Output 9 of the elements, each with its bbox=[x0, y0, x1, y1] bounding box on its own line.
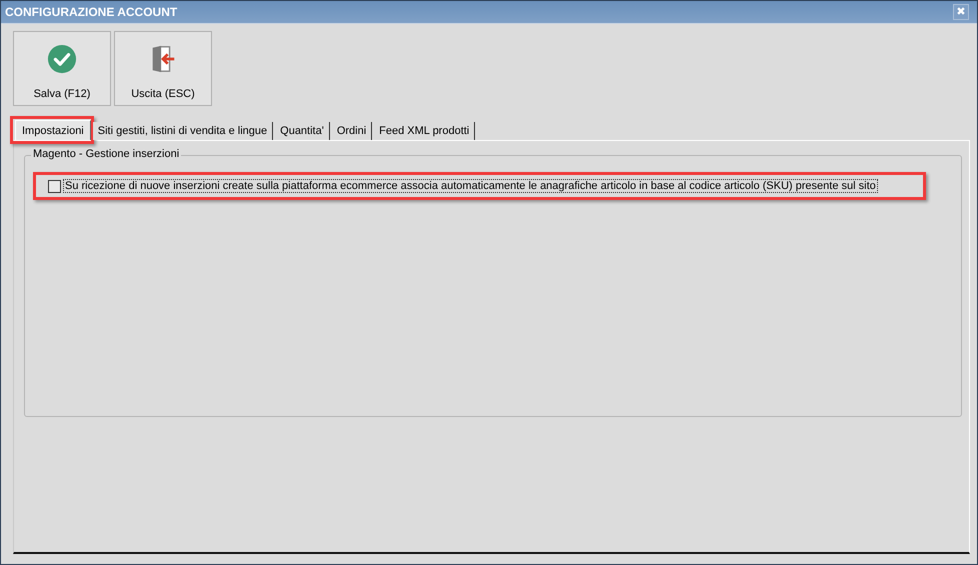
toolbar-button[interactable]: Salva (F12) bbox=[13, 31, 111, 106]
checkbox[interactable] bbox=[48, 180, 61, 192]
tab[interactable]: Siti gestiti, listini di vendita e lingue bbox=[92, 122, 274, 140]
window-title: CONFIGURAZIONE ACCOUNT bbox=[5, 5, 178, 19]
check-icon bbox=[47, 44, 77, 74]
toolbar-button[interactable]: Uscita (ESC) bbox=[114, 31, 212, 106]
group-title: Magento - Gestione inserzioni bbox=[31, 148, 182, 160]
option-label: Su ricezione di nuove inserzioni create sulla piattaforma ecommerce associa automaticamente le anagrafiche articolo in base al codice articolo (SKU) presente sul sito bbox=[63, 179, 878, 193]
tab[interactable]: Impostazioni bbox=[15, 120, 91, 140]
